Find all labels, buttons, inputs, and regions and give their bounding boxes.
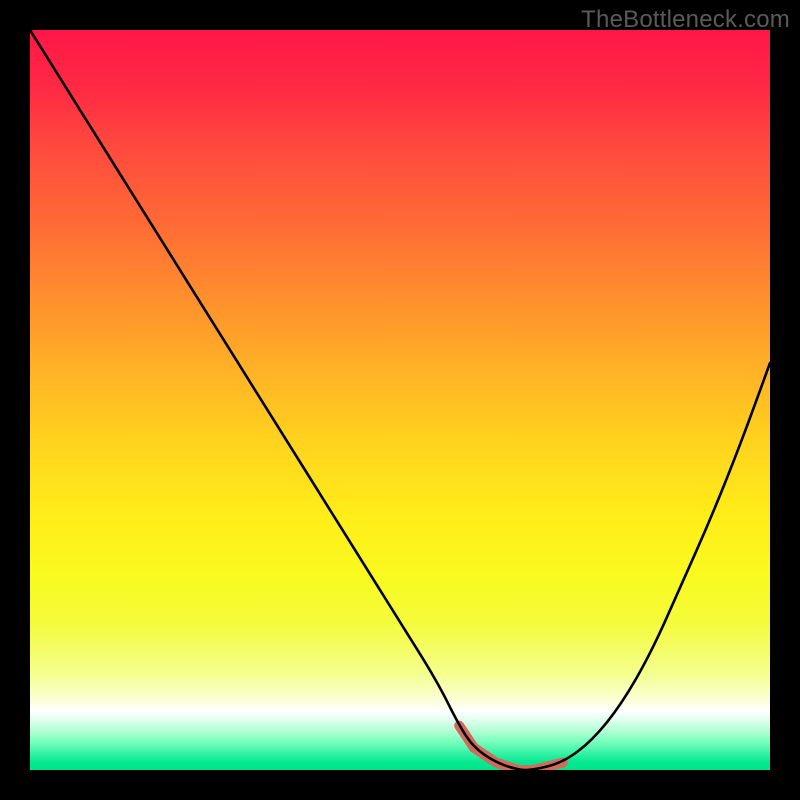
watermark-text: TheBottleneck.com bbox=[581, 6, 790, 34]
chart-frame: TheBottleneck.com bbox=[0, 0, 800, 800]
bottleneck-curve bbox=[30, 30, 770, 770]
plot-area bbox=[30, 30, 770, 770]
curve-svg bbox=[30, 30, 770, 770]
